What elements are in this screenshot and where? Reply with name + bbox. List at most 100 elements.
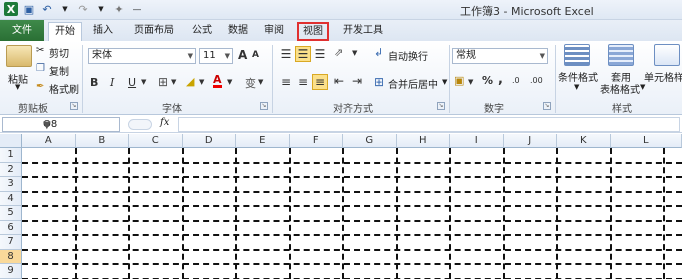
number-format-select[interactable]: 常规 ▼ [452, 48, 548, 64]
column-header-d[interactable]: D [182, 134, 236, 148]
fill-color-icon[interactable]: ◢ [186, 75, 194, 88]
tab-page-layout[interactable]: 页面布局 [126, 22, 182, 41]
conditional-dropdown-icon[interactable]: ▼ [574, 83, 579, 91]
align-center-icon[interactable]: ≡ [295, 74, 311, 90]
select-all-corner[interactable] [0, 134, 22, 148]
row-header-4[interactable]: 4 [0, 191, 22, 206]
name-box[interactable]: O8 ▼ [2, 117, 120, 132]
increase-indent-icon[interactable]: ⇥ [352, 74, 362, 88]
currency-icon[interactable]: ▣ [454, 74, 464, 87]
tab-review[interactable]: 审阅 [258, 22, 290, 41]
save-icon[interactable]: ▣ [22, 2, 36, 16]
underline-button[interactable]: U [128, 76, 136, 89]
column-header-j[interactable]: J [503, 134, 557, 148]
format-painter-button[interactable]: 格式刷 [49, 81, 79, 96]
font-launcher-icon[interactable]: ↘ [260, 102, 268, 110]
redo-icon[interactable]: ↷ [76, 2, 90, 16]
format-as-table-label-2[interactable]: 表格格式 [600, 81, 640, 96]
percent-button[interactable]: % [482, 74, 493, 87]
column-header-l[interactable]: L [610, 134, 682, 148]
decrease-decimal-button[interactable]: .00 [530, 76, 543, 85]
conditional-formatting-icon[interactable] [564, 44, 590, 66]
align-middle-icon[interactable]: ☰ [295, 46, 311, 62]
paste-icon[interactable] [6, 45, 32, 67]
row-header-3[interactable]: 3 [0, 177, 22, 192]
underline-dropdown-icon[interactable]: ▼ [141, 78, 146, 86]
customize-icon[interactable]: ✦ [112, 2, 126, 16]
customize-dropdown-icon[interactable]: ― [130, 2, 144, 16]
increase-decimal-button[interactable]: .0 [512, 76, 520, 85]
orientation-dropdown-icon[interactable]: ▼ [352, 49, 357, 57]
tab-insert[interactable]: 插入 [88, 22, 118, 41]
format-as-table-icon[interactable] [608, 44, 634, 66]
copy-icon[interactable]: ❐ [36, 63, 45, 74]
tab-formulas[interactable]: 公式 [186, 22, 218, 41]
align-right-icon[interactable]: ≡ [312, 74, 328, 90]
number-launcher-icon[interactable]: ↘ [543, 102, 551, 110]
comma-button[interactable]: , [498, 72, 503, 87]
undo-icon[interactable]: ↶ [40, 2, 54, 16]
formula-input[interactable] [178, 117, 680, 132]
row-header-9[interactable]: 9 [0, 264, 22, 279]
clipboard-launcher-icon[interactable]: ↘ [70, 102, 78, 110]
paste-dropdown-icon[interactable]: ▼ [15, 83, 20, 91]
align-top-icon[interactable]: ☰ [278, 46, 294, 62]
row-header-5[interactable]: 5 [0, 206, 22, 221]
column-header-b[interactable]: B [75, 134, 129, 148]
insert-function-button[interactable]: fx [160, 117, 169, 128]
conditional-formatting-button[interactable]: 条件格式 [558, 69, 598, 84]
wrap-text-icon[interactable]: ↲ [374, 46, 383, 59]
font-color-button[interactable]: A [213, 74, 222, 88]
worksheet-grid[interactable]: ABCDEFGHIJKL 123456789 [0, 134, 682, 279]
merge-dropdown-icon[interactable]: ▼ [442, 78, 447, 86]
row-header-7[interactable]: 7 [0, 235, 22, 250]
copy-button[interactable]: 复制 [49, 63, 69, 78]
wrap-text-button[interactable]: 自动换行 [388, 48, 428, 63]
phonetic-dropdown-icon[interactable]: ▼ [258, 78, 263, 86]
column-header-i[interactable]: I [450, 134, 504, 148]
format-painter-icon[interactable]: ✒ [36, 81, 44, 92]
tab-data[interactable]: 数据 [222, 22, 254, 41]
merge-center-button[interactable]: 合并后居中 [388, 76, 438, 91]
borders-icon[interactable]: ⊞ [158, 75, 168, 89]
column-header-c[interactable]: C [129, 134, 183, 148]
column-header-g[interactable]: G [343, 134, 397, 148]
cut-icon[interactable]: ✂ [36, 45, 44, 56]
italic-button[interactable]: I [110, 76, 114, 89]
row-header-8[interactable]: 8 [0, 249, 22, 264]
phonetic-button[interactable]: 变 [245, 75, 256, 91]
tab-home[interactable]: 开始 [48, 22, 82, 41]
row-header-2[interactable]: 2 [0, 162, 22, 177]
formula-expand-handle[interactable] [128, 119, 152, 130]
font-size-select[interactable]: 11 ▼ [199, 48, 233, 64]
merge-center-icon[interactable]: ⊞ [374, 75, 384, 89]
cut-button[interactable]: 剪切 [49, 45, 69, 60]
column-header-h[interactable]: H [396, 134, 450, 148]
tab-developer[interactable]: 开发工具 [337, 22, 389, 41]
currency-dropdown-icon[interactable]: ▼ [468, 78, 473, 86]
column-header-a[interactable]: A [22, 134, 76, 148]
cell-styles-button[interactable]: 单元格样 [644, 69, 682, 84]
column-header-e[interactable]: E [236, 134, 290, 148]
cell-styles-icon[interactable] [654, 44, 680, 66]
format-as-table-dropdown-icon[interactable]: ▼ [640, 83, 645, 91]
shrink-font-button[interactable]: A [252, 50, 259, 60]
excel-logo-icon[interactable]: X [4, 2, 18, 16]
row-header-6[interactable]: 6 [0, 220, 22, 235]
bold-button[interactable]: B [90, 76, 98, 89]
font-color-dropdown-icon[interactable]: ▼ [227, 78, 232, 86]
align-left-icon[interactable]: ≡ [278, 74, 294, 90]
row-header-1[interactable]: 1 [0, 148, 22, 163]
column-header-f[interactable]: F [289, 134, 343, 148]
tab-view[interactable]: 视图 [297, 22, 329, 41]
font-name-select[interactable]: 宋体 ▼ [88, 48, 196, 64]
orientation-icon[interactable]: ⇗ [334, 46, 343, 59]
column-header-k[interactable]: K [557, 134, 611, 148]
fill-color-dropdown-icon[interactable]: ▼ [199, 78, 204, 86]
tab-file[interactable]: 文件 [0, 20, 44, 41]
decrease-indent-icon[interactable]: ⇤ [334, 74, 344, 88]
grow-font-button[interactable]: A [238, 48, 247, 62]
alignment-launcher-icon[interactable]: ↘ [437, 102, 445, 110]
borders-dropdown-icon[interactable]: ▼ [171, 78, 176, 86]
align-bottom-icon[interactable]: ☰ [312, 46, 328, 62]
